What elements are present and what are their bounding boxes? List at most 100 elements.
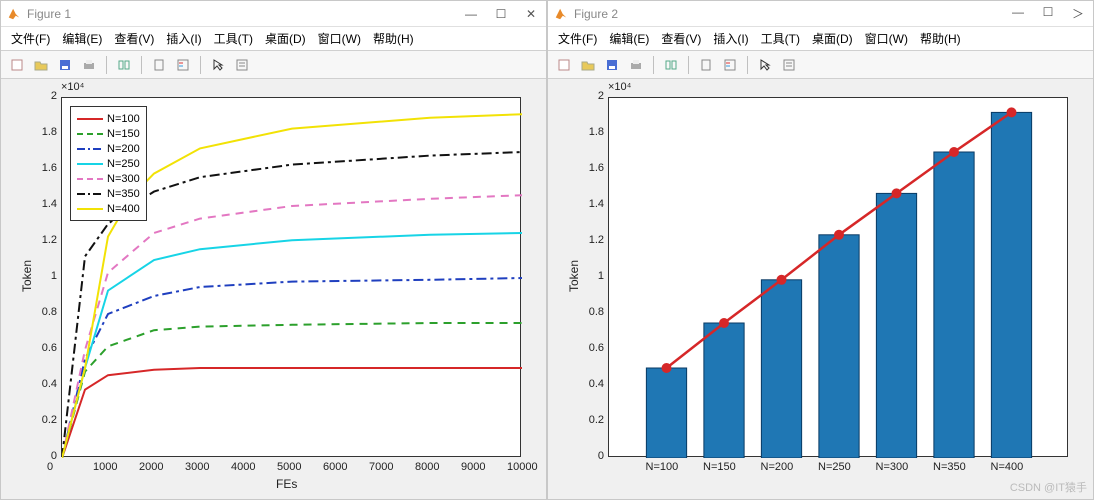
y-tick: 0.4 <box>27 378 57 390</box>
x-tick: N=300 <box>876 461 909 473</box>
menu-tools[interactable]: 工具(T) <box>214 30 253 47</box>
minimize-button[interactable]: — <box>1009 5 1027 22</box>
y-tick: 0.8 <box>574 306 604 318</box>
y-tick: 0.2 <box>574 414 604 426</box>
x-tick: N=100 <box>646 461 679 473</box>
legend-item[interactable]: N=250 <box>77 156 140 171</box>
y-tick: 1.2 <box>574 234 604 246</box>
menu-view[interactable]: 查看(V) <box>114 30 154 47</box>
window-controls: — ☐ ✕ <box>462 7 540 21</box>
save-icon[interactable] <box>602 55 622 75</box>
link-axes-icon[interactable] <box>114 55 134 75</box>
axes-2[interactable] <box>608 97 1068 457</box>
menu-desktop[interactable]: 桌面(D) <box>812 30 853 47</box>
legend-item[interactable]: N=400 <box>77 201 140 216</box>
y-tick: 1.2 <box>27 234 57 246</box>
menu-insert[interactable]: 插入(I) <box>713 30 748 47</box>
colorbar-icon[interactable] <box>696 55 716 75</box>
x-tick: 6000 <box>323 461 347 473</box>
window-title: Figure 2 <box>574 7 1009 21</box>
x-tick: 9000 <box>461 461 485 473</box>
close-button[interactable]: ✕ <box>522 7 540 21</box>
x-tick: N=150 <box>703 461 736 473</box>
minimize-button[interactable]: — <box>462 7 480 21</box>
menu-file[interactable]: 文件(F) <box>558 30 597 47</box>
legend[interactable]: N=100 N=150 N=200N=250 N=300N=350 N=400 <box>70 106 147 221</box>
separator <box>653 56 654 74</box>
legend-item[interactable]: N=350 <box>77 186 140 201</box>
x-tick: 4000 <box>231 461 255 473</box>
plot-area-1: N=100 N=150 N=200N=250 N=300N=350 N=400 ×10⁴… <box>1 79 546 499</box>
bar-chart <box>609 98 1069 458</box>
maximize-button[interactable]: ☐ <box>492 7 510 21</box>
x-axis-label: FEs <box>276 477 297 491</box>
separator <box>106 56 107 74</box>
next-button[interactable]: ＞ <box>1069 5 1087 22</box>
menubar: 文件(F) 编辑(E) 查看(V) 插入(I) 工具(T) 桌面(D) 窗口(W… <box>548 27 1093 51</box>
menu-desktop[interactable]: 桌面(D) <box>265 30 306 47</box>
figure-1-window: Figure 1 — ☐ ✕ 文件(F) 编辑(E) 查看(V) 插入(I) 工… <box>0 0 547 500</box>
menu-help[interactable]: 帮助(H) <box>920 30 961 47</box>
menu-window[interactable]: 窗口(W) <box>865 30 908 47</box>
y-exponent: ×10⁴ <box>608 81 631 93</box>
separator <box>747 56 748 74</box>
menu-edit[interactable]: 编辑(E) <box>62 30 102 47</box>
y-tick: 0.6 <box>574 342 604 354</box>
legend-item[interactable]: N=300 <box>77 171 140 186</box>
y-exponent: ×10⁴ <box>61 81 84 93</box>
menu-insert[interactable]: 插入(I) <box>166 30 201 47</box>
y-tick: 1 <box>574 270 604 282</box>
open-icon[interactable] <box>578 55 598 75</box>
legend-icon[interactable] <box>173 55 193 75</box>
new-figure-icon[interactable] <box>7 55 27 75</box>
menu-edit[interactable]: 编辑(E) <box>609 30 649 47</box>
y-tick: 0 <box>574 450 604 462</box>
y-tick: 1.4 <box>574 198 604 210</box>
menu-tools[interactable]: 工具(T) <box>761 30 800 47</box>
titlebar[interactable]: Figure 1 — ☐ ✕ <box>1 1 546 27</box>
menubar: 文件(F) 编辑(E) 查看(V) 插入(I) 工具(T) 桌面(D) 窗口(W… <box>1 27 546 51</box>
print-icon[interactable] <box>626 55 646 75</box>
legend-label: N=200 <box>107 143 140 155</box>
y-tick: 1.4 <box>27 198 57 210</box>
y-tick: 1.6 <box>27 162 57 174</box>
pointer-icon[interactable] <box>755 55 775 75</box>
legend-label: N=300 <box>107 173 140 185</box>
plot-area-2: ×10⁴ Token 00.20.40.60.811.21.41.61.82 N… <box>548 79 1093 499</box>
data-cursor-icon[interactable] <box>232 55 252 75</box>
legend-item[interactable]: N=200 <box>77 141 140 156</box>
new-figure-icon[interactable] <box>554 55 574 75</box>
x-tick: N=350 <box>933 461 966 473</box>
print-icon[interactable] <box>79 55 99 75</box>
menu-view[interactable]: 查看(V) <box>661 30 701 47</box>
axes-1[interactable]: N=100 N=150 N=200N=250 N=300N=350 N=400 <box>61 97 521 457</box>
separator <box>688 56 689 74</box>
pointer-icon[interactable] <box>208 55 228 75</box>
x-tick: 0 <box>47 461 53 473</box>
link-axes-icon[interactable] <box>661 55 681 75</box>
data-cursor-icon[interactable] <box>779 55 799 75</box>
menu-file[interactable]: 文件(F) <box>11 30 50 47</box>
figure-2-window: Figure 2 — ☐ ＞ 文件(F) 编辑(E) 查看(V) 插入(I) 工… <box>547 0 1094 500</box>
legend-label: N=150 <box>107 128 140 140</box>
y-tick: 0.6 <box>27 342 57 354</box>
x-tick: 10000 <box>507 461 538 473</box>
menu-window[interactable]: 窗口(W) <box>318 30 361 47</box>
x-tick: N=400 <box>991 461 1024 473</box>
y-tick: 2 <box>27 90 57 102</box>
legend-label: N=400 <box>107 203 140 215</box>
colorbar-icon[interactable] <box>149 55 169 75</box>
y-tick: 1.6 <box>574 162 604 174</box>
menu-help[interactable]: 帮助(H) <box>373 30 414 47</box>
legend-item[interactable]: N=150 <box>77 126 140 141</box>
legend-icon[interactable] <box>720 55 740 75</box>
y-tick: 0.8 <box>27 306 57 318</box>
y-tick: 1.8 <box>574 126 604 138</box>
legend-item[interactable]: N=100 <box>77 111 140 126</box>
toolbar <box>1 51 546 79</box>
open-icon[interactable] <box>31 55 51 75</box>
titlebar[interactable]: Figure 2 — ☐ ＞ <box>548 1 1093 27</box>
maximize-button[interactable]: ☐ <box>1039 5 1057 22</box>
save-icon[interactable] <box>55 55 75 75</box>
window-controls: — ☐ ＞ <box>1009 5 1087 22</box>
